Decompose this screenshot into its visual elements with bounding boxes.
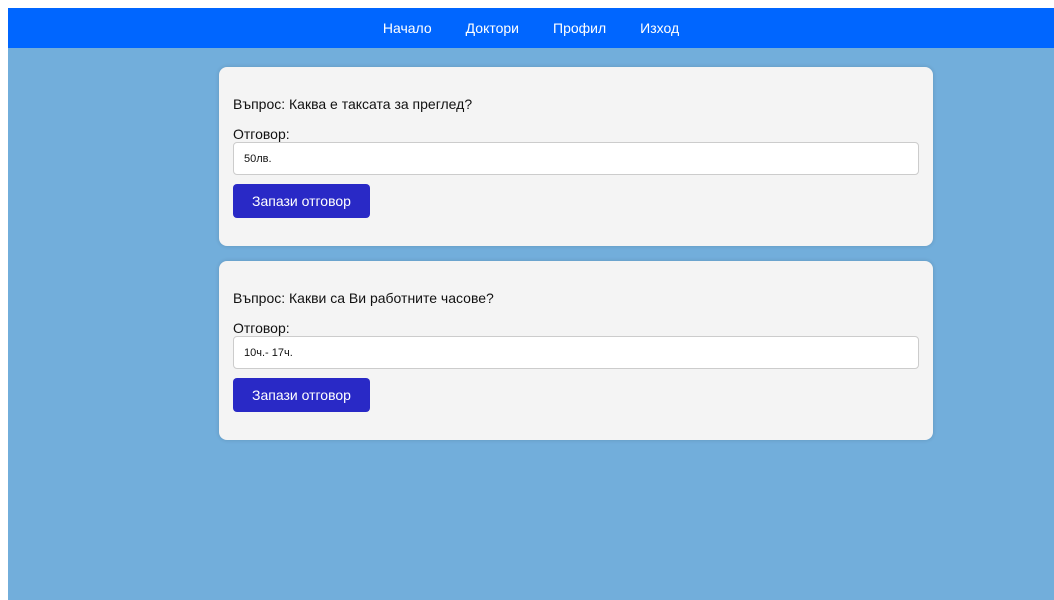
answer-label: Отговор: [233, 126, 290, 142]
answer-input[interactable] [233, 336, 919, 369]
nav-link-profile[interactable]: Профил [553, 20, 606, 36]
nav-link-doctors[interactable]: Доктори [466, 20, 519, 36]
answer-label: Отговор: [233, 320, 290, 336]
answer-input[interactable] [233, 142, 919, 175]
save-answer-button[interactable]: Запази отговор [233, 378, 370, 412]
top-navbar: Начало Доктори Профил Изход [8, 8, 1054, 48]
page-background: Начало Доктори Профил Изход Въпрос: Какв… [8, 8, 1054, 600]
faq-card: Въпрос: Каква е таксата за преглед? Отго… [219, 67, 933, 246]
question-text: Въпрос: Какви са Ви работните часове? [233, 290, 494, 306]
nav-link-logout[interactable]: Изход [640, 20, 679, 36]
nav-link-home[interactable]: Начало [383, 20, 432, 36]
question-text: Въпрос: Каква е таксата за преглед? [233, 96, 473, 112]
save-answer-button[interactable]: Запази отговор [233, 184, 370, 218]
faq-card: Въпрос: Какви са Ви работните часове? От… [219, 261, 933, 440]
